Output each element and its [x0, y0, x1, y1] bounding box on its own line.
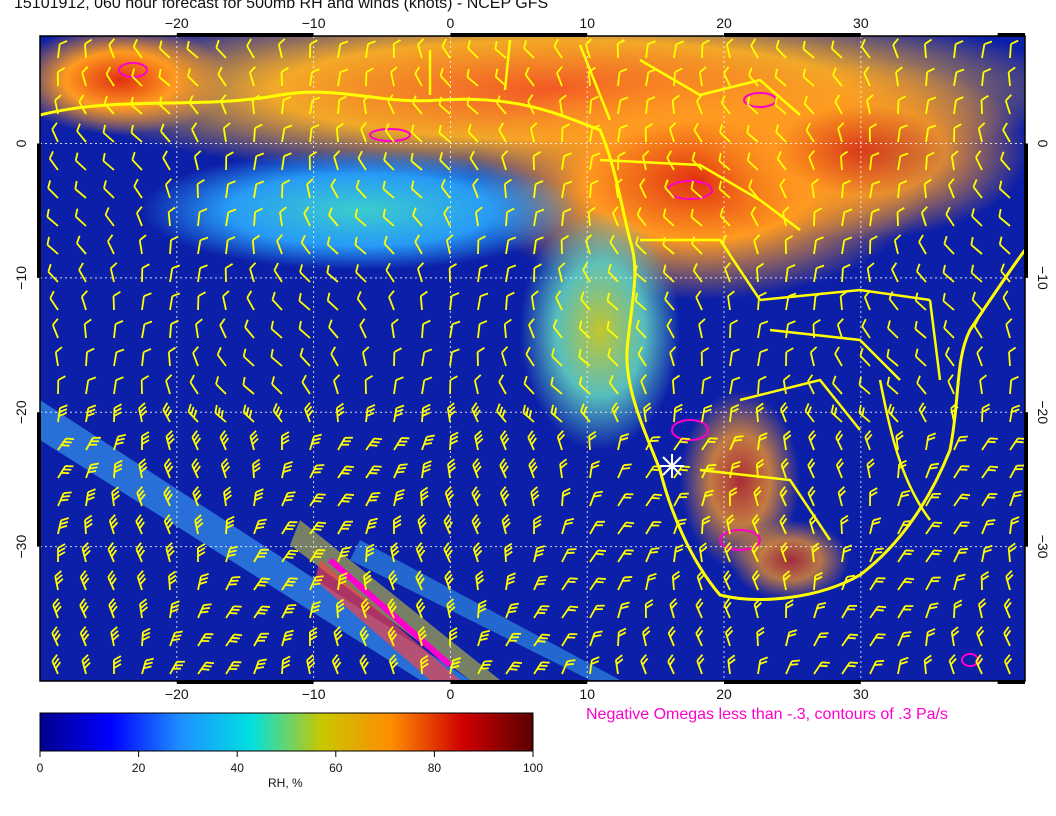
lat-tick-label-right: −30 — [1035, 535, 1051, 559]
colorbar — [39, 712, 534, 752]
colorbar-tick-label: 80 — [428, 761, 442, 775]
frame-tick-right — [1024, 143, 1028, 278]
rh-plume-angola — [520, 210, 680, 450]
colorbar-tick-label: 100 — [523, 761, 543, 775]
lon-tick-label-top: 0 — [447, 15, 455, 31]
rh-moist-patch-northwest — [40, 36, 230, 135]
frame-tick-bottom — [997, 680, 1025, 684]
frame-tick-bottom — [176, 680, 314, 684]
lon-tick-label-bottom: 0 — [447, 686, 455, 702]
frame-tick-right — [1024, 412, 1028, 547]
omega-footnote: Negative Omegas less than -.3, contours … — [586, 706, 948, 723]
colorbar-tick-label: 40 — [231, 761, 245, 775]
lon-tick-label-bottom: 10 — [579, 686, 595, 702]
lon-tick-label-top: −10 — [302, 15, 326, 31]
lon-tick-label-top: 30 — [853, 15, 869, 31]
lat-tick-label-left: 0 — [13, 139, 29, 147]
lon-tick-label-top: 20 — [716, 15, 732, 31]
frame-tick-top — [176, 33, 314, 37]
lon-tick-label-bottom: −20 — [165, 686, 189, 702]
frame-tick-top — [724, 33, 861, 37]
frame-tick-left — [37, 412, 41, 547]
rh-moist-patch-east — [690, 60, 1025, 240]
lat-tick-label-left: −10 — [13, 266, 29, 290]
lon-tick-label-top: −20 — [165, 15, 189, 31]
frame-tick-bottom — [724, 680, 861, 684]
lon-tick-label-bottom: −10 — [302, 686, 326, 702]
lon-tick-label-bottom: 20 — [716, 686, 732, 702]
colorbar-tick-label: 0 — [37, 761, 44, 775]
lon-tick-label-top: 10 — [579, 15, 595, 31]
lat-tick-label-right: 0 — [1035, 140, 1051, 148]
colorbar-label: RH, % — [268, 776, 303, 790]
lat-tick-label-left: −30 — [13, 535, 29, 559]
frame-tick-bottom — [450, 680, 588, 684]
lat-tick-label-right: −10 — [1035, 266, 1051, 290]
colorbar-tick-label: 60 — [329, 761, 343, 775]
frame-tick-top — [997, 33, 1025, 37]
lat-tick-label-left: −20 — [13, 400, 29, 424]
lon-tick-label-bottom: 30 — [853, 686, 869, 702]
colorbar-ticks: 0 20 40 60 80 100 — [37, 751, 543, 775]
lat-tick-label-right: −20 — [1035, 400, 1051, 424]
colorbar-tick-label: 20 — [132, 761, 146, 775]
location-marker — [660, 454, 684, 478]
map-figure: −20 −20 −10 −10 0 0 10 10 20 20 30 30 0 0 −10 −10 −20 −20… — [13, 15, 1051, 775]
frame-tick-top — [450, 33, 588, 37]
frame-tick-left — [37, 143, 41, 278]
